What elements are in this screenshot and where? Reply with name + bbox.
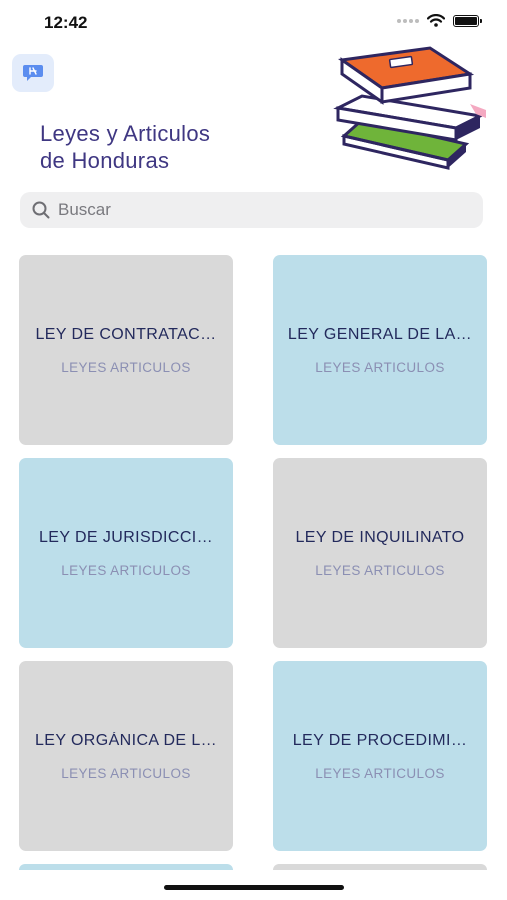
law-card-partial[interactable] <box>19 864 233 870</box>
law-card[interactable]: LEY GENERAL DE LA… LEYES ARTICULOS <box>273 255 487 445</box>
law-card-subtitle: LEYES ARTICULOS <box>315 765 445 781</box>
law-card-title: LEY DE PROCEDIMI… <box>292 731 468 749</box>
law-card[interactable]: LEY DE CONTRATAC… LEYES ARTICULOS <box>19 255 233 445</box>
law-card-subtitle: LEYES ARTICULOS <box>315 562 445 578</box>
law-card-title: LEY ORGÁNICA DE L… <box>34 731 218 749</box>
law-card-subtitle: LEYES ARTICULOS <box>315 359 445 375</box>
law-card[interactable]: LEY DE INQUILINATO LEYES ARTICULOS <box>273 458 487 648</box>
law-card-title: LEY GENERAL DE LA… <box>287 325 473 343</box>
law-card-title: LEY DE INQUILINATO <box>295 528 465 546</box>
law-card[interactable]: LEY DE PROCEDIMI… LEYES ARTICULOS <box>273 661 487 851</box>
law-card-title: LEY DE CONTRATAC… <box>35 325 217 343</box>
law-card[interactable]: LEY DE JURISDICCI… LEYES ARTICULOS <box>19 458 233 648</box>
law-card-title: LEY DE JURISDICCI… <box>38 528 214 546</box>
law-card-subtitle: LEYES ARTICULOS <box>61 562 191 578</box>
law-card-partial[interactable] <box>273 864 487 870</box>
law-card-subtitle: LEYES ARTICULOS <box>61 765 191 781</box>
laws-grid: LEY DE CONTRATAC… LEYES ARTICULOS LEY GE… <box>0 0 507 870</box>
law-card[interactable]: LEY ORGÁNICA DE L… LEYES ARTICULOS <box>19 661 233 851</box>
home-indicator[interactable] <box>164 885 344 890</box>
law-card-subtitle: LEYES ARTICULOS <box>61 359 191 375</box>
